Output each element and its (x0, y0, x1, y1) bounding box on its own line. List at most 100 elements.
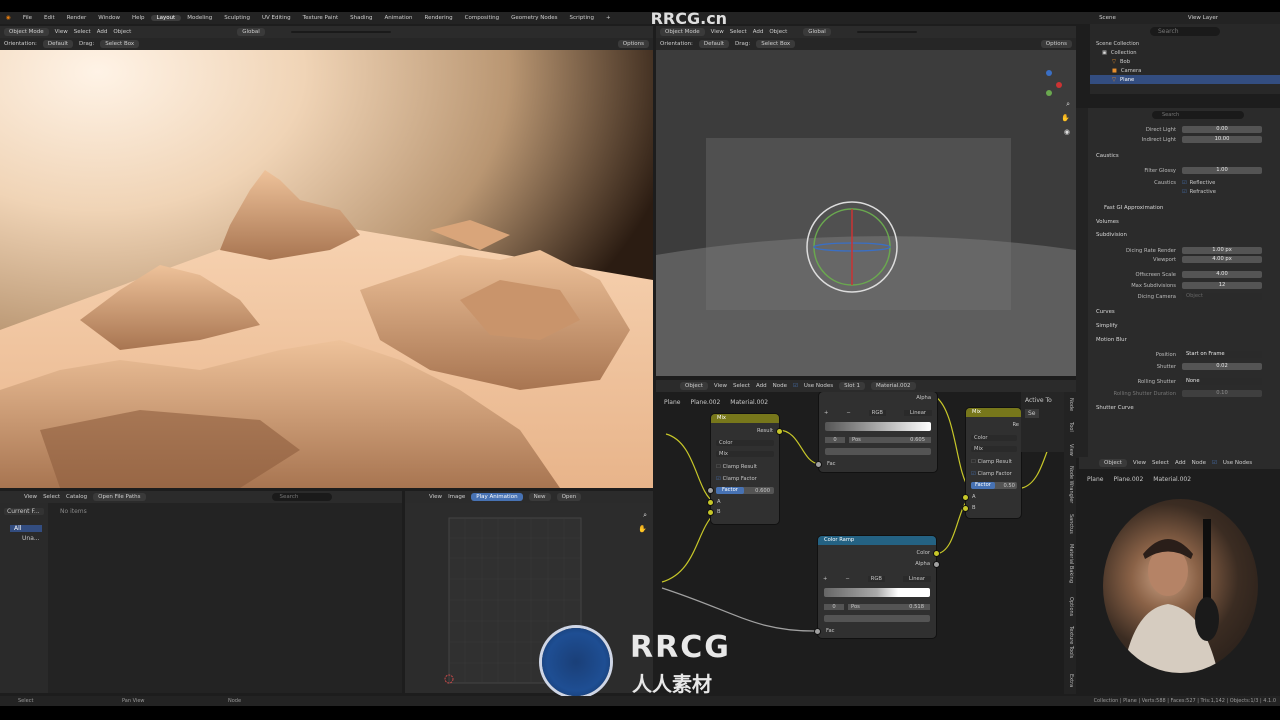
object-menu[interactable]: Object (113, 29, 131, 35)
tab-rendering[interactable]: Rendering (419, 15, 459, 21)
tab-options[interactable]: Options (1065, 597, 1074, 616)
ramp-mode-dropdown[interactable]: RGB (867, 576, 885, 582)
scene-collection-row[interactable]: Scene Collection (1090, 39, 1275, 48)
outliner-search[interactable]: Search (1150, 27, 1220, 36)
select-menu[interactable]: Select (733, 383, 750, 389)
simplify-section[interactable]: Simplify (1096, 323, 1118, 329)
select-menu[interactable]: Select (730, 29, 747, 35)
file-search[interactable]: Search (271, 493, 332, 501)
volumes-section[interactable]: Volumes (1096, 219, 1119, 225)
ramp-pos-field[interactable]: 0.605 (910, 437, 925, 443)
select-menu[interactable]: Select (1152, 460, 1169, 466)
zoom-icon[interactable]: ⌕ (643, 511, 647, 520)
rolling-duration-field[interactable]: 0.10 (1182, 390, 1262, 397)
ramp-top-color-swatch[interactable] (825, 448, 931, 455)
position-dropdown[interactable]: Start on Frame (1182, 351, 1262, 358)
menu-edit[interactable]: Edit (38, 15, 61, 21)
tab-extra[interactable]: Extra (1065, 674, 1074, 687)
dicing-render-field[interactable]: 1.00 px (1182, 247, 1262, 254)
drag-dropdown[interactable]: Select Box (100, 40, 140, 48)
material-dropdown[interactable]: Material.002 (870, 382, 916, 390)
clamp-factor-checkbox[interactable]: ☑ (971, 471, 976, 477)
node-menu[interactable]: Node (1192, 460, 1206, 466)
mix1-result-socket[interactable] (777, 429, 782, 434)
mix-blend-dropdown[interactable]: Mix (716, 451, 774, 457)
orientation-dropdown[interactable]: Default (698, 40, 730, 48)
object-mode-dropdown[interactable]: Object Mode (4, 28, 49, 36)
color-ramp-header[interactable]: Color Ramp (818, 536, 936, 545)
shutter-field[interactable]: 0.02 (1182, 363, 1262, 370)
mix2-b-socket[interactable] (963, 506, 968, 511)
mix-node-2-header[interactable]: Mix (966, 408, 1021, 417)
ramp-interp-dropdown[interactable]: Linear (903, 410, 933, 416)
catalog-menu[interactable]: Catalog (66, 494, 87, 500)
outliner-item-plane[interactable]: ▽ Plane (1090, 75, 1280, 84)
curves-section[interactable]: Curves (1096, 309, 1115, 315)
mix-color-dropdown[interactable]: Color (716, 440, 774, 446)
subdivision-section[interactable]: Subdivision (1096, 232, 1127, 238)
view-menu[interactable]: View (711, 29, 724, 35)
ramp-gradient[interactable] (825, 422, 931, 431)
tab-scripting[interactable]: Scripting (564, 15, 600, 21)
tab-material-baking[interactable]: Material Baking (1065, 544, 1074, 583)
axis-z-icon[interactable] (1046, 70, 1052, 76)
play-animation-button[interactable]: Play Animation (471, 493, 523, 501)
current-file-dropdown[interactable]: Current F... (4, 508, 44, 515)
mix2-blend-dropdown[interactable]: Mix (971, 446, 1017, 452)
view-menu[interactable]: View (1133, 460, 1146, 466)
dicing-camera-field[interactable]: Object (1182, 293, 1262, 300)
add-menu[interactable]: Add (97, 29, 108, 35)
menu-file[interactable]: File (17, 15, 38, 21)
indirect-light-field[interactable]: 10.00 (1182, 136, 1262, 143)
slot-dropdown[interactable]: Slot 1 (839, 382, 865, 390)
tab-tool[interactable]: Tool (1065, 422, 1074, 432)
pan-hand-icon[interactable]: ✋ (1061, 114, 1070, 122)
node-menu[interactable]: Node (773, 383, 787, 389)
tab-modeling[interactable]: Modeling (181, 15, 218, 21)
rolling-shutter-dropdown[interactable]: None (1182, 378, 1262, 385)
use-nodes-checkbox[interactable]: ☑ (793, 383, 798, 389)
outliner-item-bob[interactable]: ▽ Bob (1090, 57, 1275, 66)
clamp-factor-checkbox[interactable]: ☑ (716, 476, 721, 482)
drag-dropdown[interactable]: Select Box (756, 40, 796, 48)
tab-shading[interactable]: Shading (344, 15, 378, 21)
catalog-all[interactable]: All (10, 525, 42, 532)
tab-compositing[interactable]: Compositing (459, 15, 505, 21)
mix2-a-socket[interactable] (963, 495, 968, 500)
ramp-alpha-socket[interactable] (934, 562, 939, 567)
factor-field[interactable]: 0.600 (755, 488, 770, 494)
mix1-factor-socket[interactable] (708, 488, 713, 493)
ramp-interp-dropdown[interactable]: Linear (902, 576, 932, 582)
transform-orientation-dropdown[interactable]: Global (237, 28, 265, 36)
use-nodes-checkbox[interactable]: ☑ (1212, 460, 1217, 466)
pan-hand-icon[interactable]: ✋ (638, 525, 647, 533)
view-menu[interactable]: View (24, 494, 37, 500)
view-menu[interactable]: View (714, 383, 727, 389)
fast-gi-section[interactable]: Fast GI Approximation (1104, 205, 1163, 211)
tab-animation[interactable]: Animation (378, 15, 418, 21)
shutter-curve-section[interactable]: Shutter Curve (1096, 405, 1134, 411)
add-menu[interactable]: Add (1175, 460, 1186, 466)
ramp-stop-index[interactable]: 0 (824, 603, 844, 610)
add-menu[interactable]: Add (756, 383, 767, 389)
ramp-add-stop-icon[interactable]: + (823, 576, 827, 582)
menu-window[interactable]: Window (92, 15, 126, 21)
reflective-checkbox[interactable]: ☑ (1182, 180, 1187, 186)
blender-logo-icon[interactable]: ◉ (0, 15, 17, 21)
axis-x-icon[interactable] (1056, 82, 1062, 88)
ramp-fac-socket[interactable] (815, 629, 820, 634)
open-image-button[interactable]: Open (556, 493, 582, 501)
add-workspace-button[interactable]: + (600, 15, 617, 21)
add-menu[interactable]: Add (753, 29, 764, 35)
view-layer-label[interactable]: View Layer (1182, 15, 1224, 21)
se-button[interactable]: Se (1025, 409, 1039, 418)
viewport-search[interactable] (290, 31, 391, 33)
mix1-a-socket[interactable] (708, 500, 713, 505)
refractive-checkbox[interactable]: ☑ (1182, 189, 1187, 195)
clamp-result-checkbox[interactable]: ☐ (971, 459, 976, 465)
object-dropdown[interactable]: Object (680, 382, 708, 390)
options-button[interactable]: Options (1040, 40, 1072, 48)
motion-blur-section[interactable]: Motion Blur (1096, 337, 1127, 343)
object-mode-dropdown[interactable]: Object Mode (660, 28, 705, 36)
view-menu[interactable]: View (429, 494, 442, 500)
